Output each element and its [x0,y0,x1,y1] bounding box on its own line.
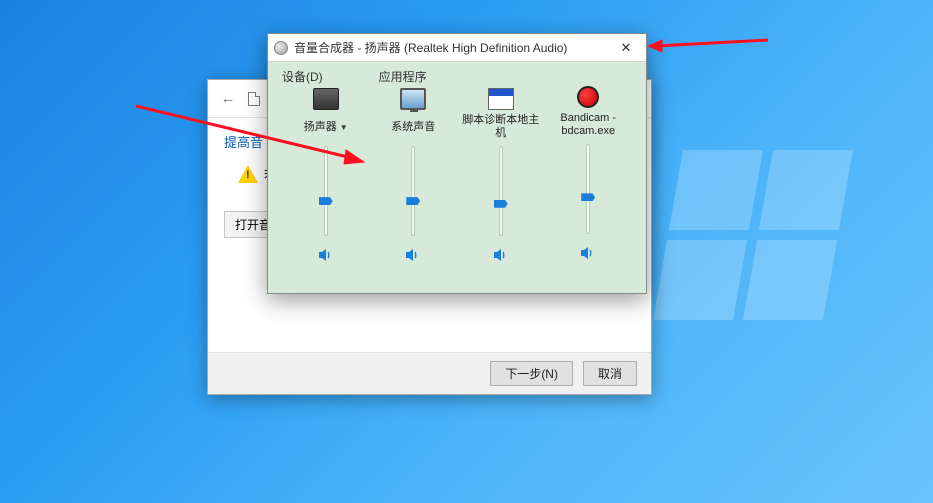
close-button[interactable]: ✕ [606,34,646,61]
app-label[interactable]: 系统声音 [391,114,435,140]
cancel-button[interactable]: 取消 [583,361,637,386]
mute-button-system-sounds[interactable] [403,246,423,264]
slider-thumb [406,197,420,205]
volume-mixer-window: 音量合成器 - 扬声器 (Realtek High Definition Aud… [267,33,647,294]
slider-thumb [494,200,508,208]
chevron-down-icon[interactable]: ▼ [340,123,348,132]
bandicam-icon[interactable] [577,86,599,108]
system-sounds-icon[interactable] [400,88,426,110]
annotation-arrow-1 [648,34,778,58]
mixer-icon [274,41,288,55]
warning-icon: ! [238,165,258,183]
slider-thumb [581,193,595,201]
section-device-label: 设备(D) [282,68,323,85]
volume-slider-system-sounds[interactable] [411,146,415,236]
wizard-footer: 下一步(N) 取消 [208,352,651,394]
document-icon [248,92,260,106]
section-apps-label: 应用程序 [379,68,427,85]
window-title: 音量合成器 - 扬声器 (Realtek High Definition Aud… [294,39,606,56]
volume-slider-script-host[interactable] [499,146,503,236]
mixer-col-speakers: 扬声器▼ [287,86,365,289]
mixer-col-bandicam: Bandicam - bdcam.exe [549,86,627,289]
volume-slider-bandicam[interactable] [586,144,590,234]
mixer-columns: 扬声器▼ 系统声音 [282,86,632,289]
device-label[interactable]: 扬声器▼ [304,114,348,140]
volume-slider-speakers[interactable] [324,146,328,236]
script-host-icon[interactable] [488,88,514,110]
mute-button-speakers[interactable] [316,246,336,264]
mute-button-script-host[interactable] [491,246,511,264]
next-button[interactable]: 下一步(N) [490,361,573,386]
mixer-col-script-host: 脚本诊断本地主机 [462,86,540,289]
titlebar[interactable]: 音量合成器 - 扬声器 (Realtek High Definition Aud… [268,34,646,62]
speaker-icon[interactable] [313,88,339,110]
app-label[interactable]: Bandicam - bdcam.exe [560,112,616,138]
slider-thumb [319,197,333,205]
windows-logo [653,150,853,320]
back-button[interactable]: ← [218,89,238,109]
app-label[interactable]: 脚本诊断本地主机 [462,114,540,140]
mute-button-bandicam[interactable] [578,244,598,262]
mixer-col-system-sounds: 系统声音 [374,86,452,289]
